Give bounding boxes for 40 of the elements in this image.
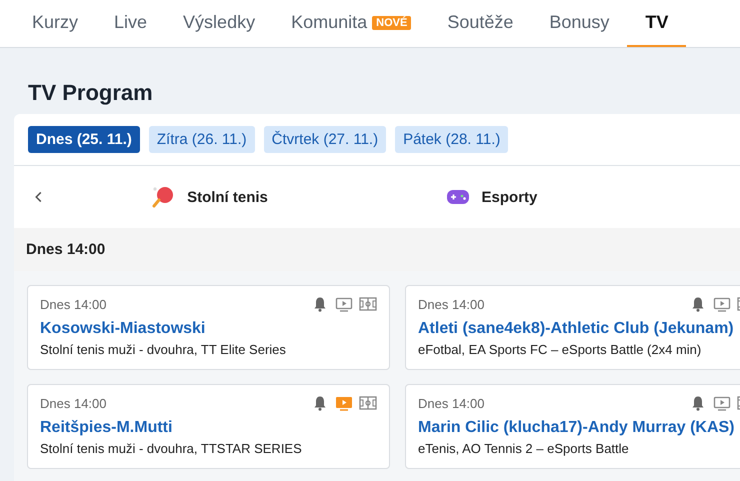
pitch-icon[interactable] bbox=[359, 296, 377, 312]
day-tab[interactable]: Zítra (26. 11.) bbox=[148, 126, 255, 153]
tv-icon[interactable] bbox=[335, 296, 353, 312]
event-title: Reitšpies-M.Mutti bbox=[40, 419, 174, 437]
page-title: TV Program bbox=[28, 80, 154, 106]
event-subtitle: eTenis, AO Tennis 2 – eSports Battle bbox=[418, 441, 630, 456]
tv-icon[interactable] bbox=[713, 395, 731, 411]
event-time: Dnes 14:00 bbox=[418, 396, 484, 410]
event-subtitle: Stolní tenis muži - dvouhra, TT Elite Series bbox=[40, 342, 287, 357]
nav-tab[interactable]: Výsledky bbox=[165, 0, 274, 47]
nav-tab[interactable]: Bonusy bbox=[531, 0, 628, 47]
nav-tab[interactable]: Komunita NOVÉ bbox=[273, 0, 430, 47]
nav-tab[interactable]: Live bbox=[96, 0, 166, 47]
day-tab[interactable]: Pátek (28. 11.) bbox=[395, 126, 508, 153]
sport-item[interactable]: Esporty bbox=[446, 185, 740, 209]
event-card[interactable]: Dnes 14:00 Reitšpies-M.Mutti Stolní tenis muži - dvouhra, TTSTAR SERIES bbox=[27, 384, 390, 469]
nav-tab[interactable]: Soutěže bbox=[429, 0, 532, 47]
event-card[interactable]: Dnes 14:00 Marin Cilic (klucha17)-Andy Murray (KAS) eTenis, AO Tennis 2 – eSports Battle bbox=[405, 384, 740, 469]
day-tab[interactable]: Čtvrtek (27. 11.) bbox=[264, 126, 386, 153]
event-time: Dnes 14:00 bbox=[40, 396, 106, 410]
event-title: Atleti (sane4ek8)-Athletic Club (Jekunam) bbox=[418, 320, 735, 338]
event-card[interactable]: Dnes 14:00 Atleti (sane4ek8)-Athletic Club (Jekunam) eFotbal, EA Sports FC – eSports Battle (2x4 min) bbox=[405, 285, 740, 370]
day-tab[interactable]: Dnes (25. 11.) bbox=[28, 126, 140, 153]
event-time: Dnes 14:00 bbox=[40, 296, 106, 312]
event-card[interactable]: Dnes 14:00 Kosowski-Miastowski Stolní tenis muži - dvouhra, TT Elite Series bbox=[27, 285, 390, 370]
new-badge: NOVÉ bbox=[372, 16, 412, 30]
tv-icon[interactable] bbox=[335, 395, 353, 411]
event-time: Dnes 14:00 bbox=[418, 296, 484, 312]
pitch-icon[interactable] bbox=[359, 395, 377, 411]
nav-tab[interactable]: TV bbox=[627, 0, 686, 47]
event-subtitle: Stolní tenis muži - dvouhra, TTSTAR SERIES bbox=[40, 441, 303, 456]
section-header: Dnes 14:00 bbox=[14, 228, 740, 271]
event-title: Marin Cilic (klucha17)-Andy Murray (KAS) bbox=[418, 419, 736, 437]
chevron-left-icon[interactable] bbox=[34, 189, 44, 205]
sport-item[interactable]: Stolní tenis bbox=[151, 185, 446, 209]
nav-tab[interactable]: Kurzy bbox=[14, 0, 96, 47]
event-subtitle: eFotbal, EA Sports FC – eSports Battle (2x4 min) bbox=[418, 342, 702, 357]
paddle-icon bbox=[151, 185, 176, 209]
event-title: Kosowski-Miastowski bbox=[40, 320, 206, 338]
tv-icon[interactable] bbox=[713, 296, 731, 312]
